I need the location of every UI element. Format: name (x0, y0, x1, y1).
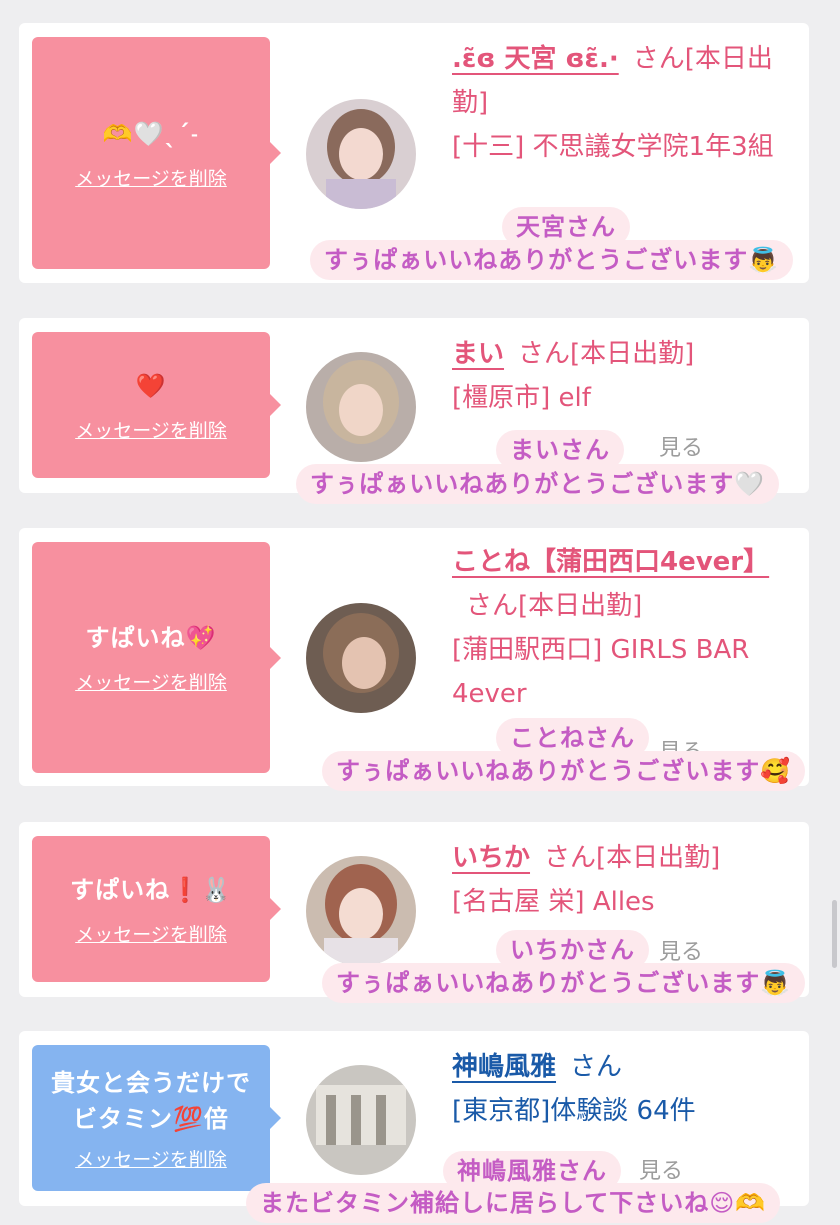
profile-name-link[interactable]: 神嶋風雅 (452, 1052, 556, 1082)
avatar[interactable] (306, 856, 416, 966)
location-text: [蒲田駅西口] GIRLS BAR 4ever (452, 635, 750, 709)
message-bubble: すぱいね💖 メッセージを削除 (32, 542, 281, 773)
message-text: ❤️ (135, 371, 167, 400)
message-bubble: ❤️ メッセージを削除 (32, 332, 281, 478)
profile-name-link[interactable]: ことね【蒲田西口4ever】 (452, 547, 769, 577)
profile-info: ことね【蒲田西口4ever】さん[本日出勤] [蒲田駅西口] GIRLS BAR… (452, 540, 802, 716)
message-text: 貴女と会うだけでビタミン💯倍 (51, 1068, 251, 1133)
avatar[interactable] (306, 603, 416, 713)
view-link[interactable]: 見る (659, 734, 703, 766)
message-text: 🫶🤍ˎˊ˗ (102, 119, 200, 148)
profile-name-link[interactable]: まい (452, 339, 504, 369)
profile-name-link[interactable]: いちか (452, 843, 530, 873)
view-link[interactable]: 見る (639, 1153, 683, 1185)
location-text: [十三] 不思議女学院1年3組 (452, 132, 774, 162)
delete-message-link[interactable]: メッセージを削除 (75, 1145, 227, 1172)
avatar[interactable] (306, 1065, 416, 1175)
avatar[interactable] (306, 352, 416, 462)
location-text: [東京都]体験談 64件 (452, 1096, 696, 1126)
message-card: 貴女と会うだけでビタミン💯倍 メッセージを削除 神嶋風雅 さん [東京都]体験談 … (19, 1031, 809, 1206)
avatar[interactable] (306, 99, 416, 209)
message-card: ❤️ メッセージを削除 まい さん[本日出勤] [橿原市] elf 見る (19, 318, 809, 493)
location-text: [名古屋 栄] Alles (452, 887, 655, 917)
location-text: [橿原市] elf (452, 383, 591, 413)
profile-name-link[interactable]: .ɛ̃ɞ 天宮 ɞɛ̃.· (452, 44, 619, 74)
profile-info: まい さん[本日出勤] [橿原市] elf (452, 332, 802, 420)
status-text: さん[本日出勤] (518, 339, 695, 369)
view-link[interactable]: 見る (659, 934, 703, 966)
message-bubble: 貴女と会うだけでビタミン💯倍 メッセージを削除 (32, 1045, 281, 1191)
status-text: さん[本日出勤] (466, 591, 643, 621)
delete-message-link[interactable]: メッセージを削除 (75, 416, 227, 443)
profile-info: .ɛ̃ɞ 天宮 ɞɛ̃.· さん[本日出勤] [十三] 不思議女学院1年3組 (452, 37, 802, 169)
profile-info: いちか さん[本日出勤] [名古屋 栄] Alles (452, 836, 802, 924)
profile-info: 神嶋風雅 さん [東京都]体験談 64件 (452, 1045, 802, 1133)
delete-message-link[interactable]: メッセージを削除 (75, 164, 227, 191)
view-link[interactable]: 見る (659, 430, 703, 462)
scrollbar[interactable] (832, 900, 837, 968)
message-card: すぱいね❗️🐰 メッセージを削除 いちか さん[本日出勤] [名古屋 栄] All… (19, 822, 809, 997)
message-text: すぱいね❗️🐰 (70, 875, 232, 904)
message-bubble: すぱいね❗️🐰 メッセージを削除 (32, 836, 281, 982)
message-card: 🫶🤍ˎˊ˗ メッセージを削除 .ɛ̃ɞ 天宮 ɞɛ̃.· さん[本日出勤] [十三… (19, 23, 809, 283)
status-text: さん (570, 1052, 623, 1082)
delete-message-link[interactable]: メッセージを削除 (75, 920, 227, 947)
message-text: すぱいね💖 (85, 624, 217, 652)
delete-message-link[interactable]: メッセージを削除 (75, 668, 227, 695)
message-card: すぱいね💖 メッセージを削除 ことね【蒲田西口4ever】さん[本日出勤] [蒲… (19, 528, 809, 786)
message-bubble: 🫶🤍ˎˊ˗ メッセージを削除 (32, 37, 281, 269)
status-text: さん[本日出勤] (544, 843, 721, 873)
